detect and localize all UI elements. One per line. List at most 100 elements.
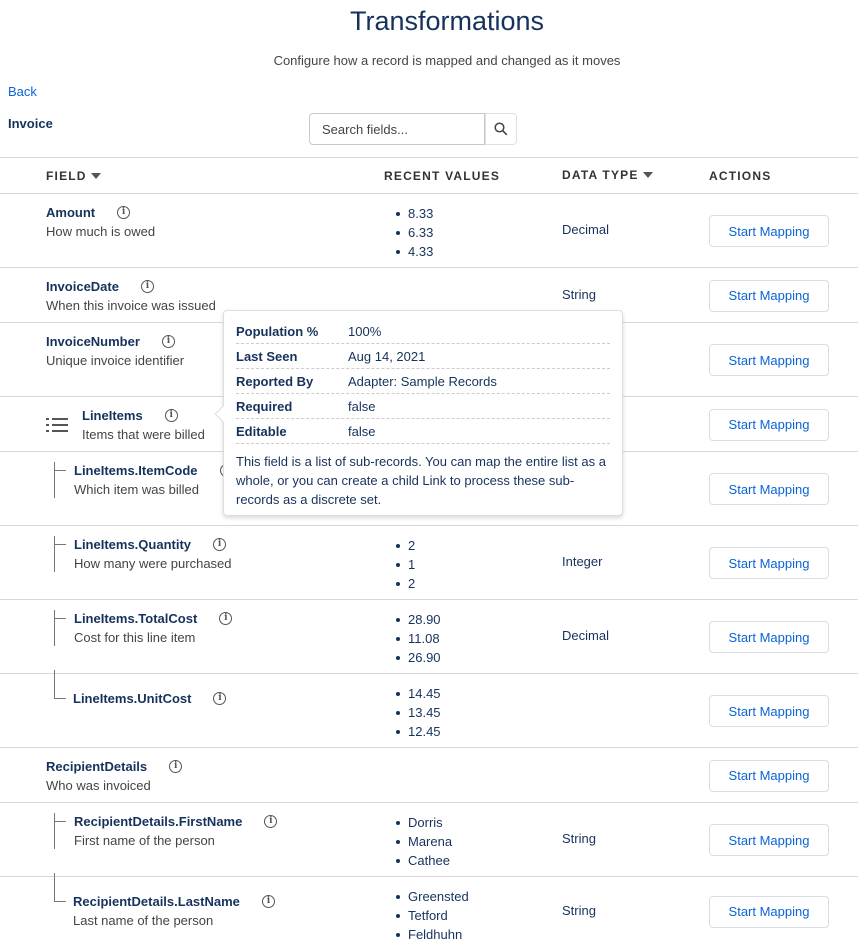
- field-name: InvoiceNumber i: [46, 334, 175, 349]
- info-icon[interactable]: i: [161, 335, 175, 348]
- field-name: RecipientDetails.LastName i: [73, 894, 275, 909]
- start-mapping-button[interactable]: Start Mapping: [709, 279, 829, 312]
- field-info-tooltip: Population % 100% Last Seen Aug 14, 2021 Rep…: [214, 310, 623, 516]
- recent-value: 2: [395, 576, 416, 591]
- record-name: Invoice: [8, 116, 53, 131]
- recent-value: Dorris: [395, 813, 452, 832]
- back-link[interactable]: Back: [8, 84, 37, 99]
- tree-branch: [54, 901, 66, 902]
- info-icon[interactable]: i: [261, 895, 275, 908]
- data-type: String: [562, 902, 596, 918]
- actions-header: ACTIONS: [709, 169, 772, 183]
- recent-value: 11.08: [396, 631, 440, 646]
- tooltip-property: Last Seen Aug 14, 2021: [236, 344, 610, 369]
- start-mapping-button[interactable]: Start Mapping: [709, 473, 829, 505]
- start-mapping-button[interactable]: Start Mapping: [709, 408, 829, 441]
- page-subtitle: Configure how a record is mapped and cha…: [273, 53, 621, 68]
- recent-value: Tetford: [396, 906, 469, 925]
- info-icon[interactable]: i: [169, 760, 183, 773]
- data-type: Decimal: [562, 222, 609, 237]
- recent-value: 4.33: [395, 244, 434, 259]
- field-description: Last name of the person: [73, 913, 214, 928]
- table-header: FIELD RECENT VALUES DATA TYPE ACTIONS: [0, 158, 858, 194]
- recent-values-list: 2 1 2: [395, 536, 416, 593]
- recent-value: 12.45: [396, 724, 441, 739]
- recent-value: 13.45: [396, 705, 441, 720]
- recent-value: Marena: [395, 834, 453, 849]
- table-row: LineItems.TotalCost i Cost for this line i…: [0, 600, 858, 674]
- tree-line: [54, 873, 55, 901]
- fields-table: FIELD RECENT VALUES DATA TYPE ACTIONS Am…: [0, 157, 858, 946]
- start-mapping-button[interactable]: Start Mapping: [709, 695, 829, 727]
- start-mapping-button[interactable]: Start Mapping: [709, 895, 829, 928]
- recent-value: 6.33: [395, 225, 434, 240]
- tooltip-property: Editable false: [236, 419, 610, 444]
- field-description: How many were purchased: [74, 556, 232, 571]
- field-description: How much is owed: [46, 224, 156, 239]
- start-mapping-button[interactable]: Start Mapping: [709, 759, 829, 792]
- field-description: Unique invoice identifier: [46, 353, 185, 368]
- field-name: InvoiceDate i: [46, 279, 154, 294]
- recent-values-list: 28.90 11.08 26.90: [396, 610, 441, 667]
- info-icon[interactable]: i: [117, 206, 131, 219]
- field-description: Who was invoiced: [46, 778, 151, 793]
- tree-branch: [54, 698, 66, 699]
- field-description: When this invoice was issued: [46, 298, 216, 313]
- tree-line: [54, 670, 55, 698]
- start-mapping-button[interactable]: Start Mapping: [709, 344, 829, 376]
- recent-value: Cathee: [395, 851, 452, 870]
- start-mapping-button[interactable]: Start Mapping: [709, 215, 829, 247]
- table-row: LineItems.Quantity i How many were purchas…: [0, 526, 858, 600]
- field-description: First name of the person: [74, 833, 215, 848]
- start-mapping-button[interactable]: Start Mapping: [709, 824, 829, 856]
- tree-branch: [54, 821, 66, 822]
- tooltip-description: This field is a list of sub-records. You…: [236, 454, 606, 507]
- table-row: RecipientDetails.LastName i Last name of t…: [0, 873, 858, 946]
- recent-value: 14.45: [396, 686, 441, 701]
- search-input[interactable]: [309, 113, 485, 145]
- field-name: RecipientDetails.FirstName i: [74, 814, 278, 829]
- info-icon[interactable]: i: [213, 692, 227, 705]
- sort-down-icon: [90, 173, 101, 179]
- table-row: RecipientDetails i Who was invoiced Start M…: [0, 748, 858, 803]
- sort-type-header[interactable]: DATA TYPE: [562, 168, 653, 182]
- tree-line: [54, 536, 55, 572]
- recent-values-list: Dorris Marena Cathee: [395, 813, 453, 870]
- info-icon[interactable]: i: [264, 815, 278, 828]
- info-icon[interactable]: i: [140, 280, 154, 293]
- tree-branch: [54, 470, 66, 471]
- recent-value: 1: [395, 557, 416, 572]
- field-name: LineItems.Quantity i: [74, 537, 227, 552]
- recent-values-list: 14.45 13.45 12.45: [396, 684, 441, 741]
- field-name: LineItems i: [82, 408, 178, 423]
- tree-line: [54, 610, 55, 646]
- sort-down-icon: [642, 172, 653, 178]
- tree-branch: [54, 544, 66, 545]
- sort-field-header[interactable]: FIELD: [46, 169, 101, 183]
- field-name: RecipientDetails i: [46, 759, 183, 774]
- info-icon[interactable]: i: [213, 538, 227, 551]
- tooltip-property: Required false: [236, 394, 610, 419]
- field-description: Cost for this line item: [74, 630, 196, 645]
- tooltip-property: Reported By Adapter: Sample Records: [236, 369, 610, 394]
- page-title: Transformations: [349, 6, 545, 36]
- data-type: Decimal: [562, 628, 609, 643]
- search-button[interactable]: [485, 113, 517, 145]
- recent-value: 26.90: [396, 650, 441, 665]
- search-icon: [494, 122, 508, 136]
- tree-line: [54, 462, 55, 498]
- info-icon[interactable]: i: [164, 409, 178, 422]
- table-row: RecipientDetails.FirstName i First name of…: [0, 803, 858, 877]
- tree-line: [54, 813, 55, 849]
- start-mapping-button[interactable]: Start Mapping: [709, 547, 829, 579]
- recent-value: 8.33: [395, 206, 434, 221]
- field-description: Items that were billed: [82, 427, 205, 442]
- data-type: Integer: [562, 554, 603, 569]
- recent-values-list: Greensted Tetford Feldhuhn: [396, 887, 469, 944]
- data-type: String: [562, 286, 596, 302]
- table-row: LineItems.UnitCost i 14.45 13.45 12.45 Start …: [0, 670, 858, 748]
- start-mapping-button[interactable]: Start Mapping: [709, 621, 829, 653]
- info-icon[interactable]: i: [219, 612, 233, 625]
- field-description: Which item was billed: [74, 482, 199, 497]
- recent-value: Feldhuhn: [396, 925, 469, 944]
